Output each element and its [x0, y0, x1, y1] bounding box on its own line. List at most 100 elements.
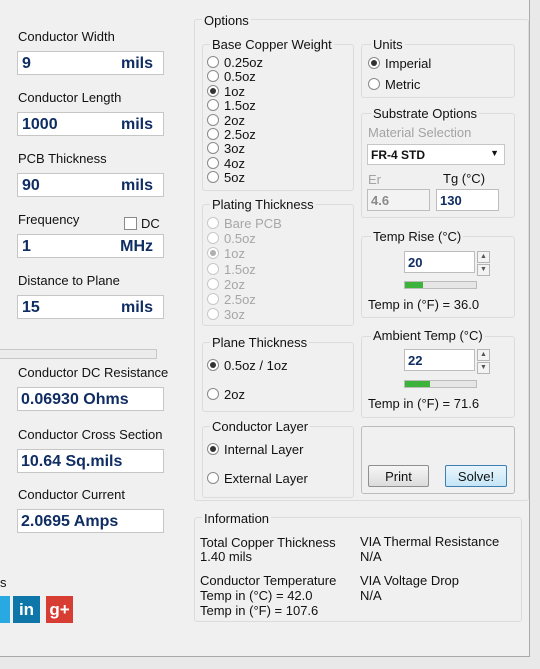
ambient-temp-progress	[404, 380, 477, 388]
radio-icon	[207, 388, 219, 400]
cross-section-value: 10.64 Sq.mils	[17, 449, 164, 473]
ambient-temp-spinner[interactable]: ▲ ▼	[477, 349, 490, 374]
radio-icon	[368, 78, 380, 90]
radio-option: 0.5oz	[207, 231, 256, 246]
information-title: Information	[202, 511, 272, 526]
dc-resistance-label: Conductor DC Resistance	[18, 365, 169, 380]
ambient-temp-readout: Temp in (°F) = 71.6	[368, 396, 480, 411]
substrate-title: Substrate Options	[371, 106, 480, 121]
googleplus-icon[interactable]: g+	[46, 596, 73, 623]
tg-label: Tg (°C)	[443, 171, 486, 186]
radio-icon	[207, 359, 219, 371]
radio-label: 3oz	[224, 307, 245, 323]
radio-icon	[207, 70, 219, 83]
conductor-temp-c: Temp in (°C) = 42.0	[200, 588, 313, 603]
radio-label: 2.5oz	[224, 127, 256, 142]
linkedin-icon[interactable]: in	[13, 596, 40, 623]
social-caption: s	[0, 575, 7, 590]
conductor-width-label: Conductor Width	[18, 29, 115, 44]
radio-icon	[207, 293, 219, 305]
via-thermal-value: N/A	[360, 549, 382, 564]
distance-to-plane-field[interactable]: 15 mils	[17, 295, 164, 319]
radio-label: 2.5oz	[224, 292, 256, 307]
radio-option[interactable]: 2oz	[207, 387, 245, 402]
left-scrollbar[interactable]	[0, 349, 157, 359]
radio-option[interactable]: 2.5oz	[207, 127, 256, 142]
frequency-value: 1	[22, 238, 31, 255]
er-label: Er	[368, 172, 381, 187]
conductor-width-field[interactable]: 9 mils	[17, 51, 164, 75]
conductor-length-label: Conductor Length	[18, 90, 122, 105]
radio-option[interactable]: Imperial	[368, 56, 431, 71]
er-field[interactable]: 4.6	[367, 189, 430, 211]
radio-option[interactable]: 0.5oz / 1oz	[207, 358, 288, 373]
radio-label: 0.5oz	[224, 231, 256, 247]
plane-thickness-title: Plane Thickness	[210, 335, 310, 350]
radio-icon	[207, 247, 219, 260]
conductor-width-value: 9	[22, 55, 31, 72]
radio-option: 1.5oz	[207, 262, 256, 277]
radio-option[interactable]: 5oz	[207, 170, 245, 185]
radio-label: 2oz	[224, 387, 245, 402]
pcb-thickness-field[interactable]: 90 mils	[17, 173, 164, 197]
dc-checkbox[interactable]	[124, 217, 137, 233]
radio-icon	[207, 142, 219, 155]
spin-up-icon[interactable]: ▲	[477, 251, 490, 263]
frequency-field[interactable]: 1 MHz	[17, 234, 164, 258]
spin-down-icon[interactable]: ▼	[477, 264, 490, 276]
radio-label: 1oz	[224, 246, 245, 262]
radio-option[interactable]: 1.5oz	[207, 98, 256, 113]
material-selection-label: Material Selection	[368, 125, 472, 140]
radio-option[interactable]: 2oz	[207, 113, 245, 128]
radio-option[interactable]: Internal Layer	[207, 442, 304, 457]
conductor-temp-f: Temp in (°F) = 107.6	[200, 603, 319, 618]
radio-option: 1oz	[207, 246, 245, 261]
radio-option[interactable]: 4oz	[207, 156, 245, 171]
radio-option[interactable]: 3oz	[207, 141, 245, 156]
radio-label: 3oz	[224, 141, 245, 157]
ambient-temp-input[interactable]: 22	[404, 349, 475, 371]
conductor-length-field[interactable]: 1000 mils	[17, 112, 164, 136]
total-copper-label: Total Copper Thickness	[200, 535, 336, 550]
radio-icon	[368, 57, 380, 69]
conductor-length-unit: mils	[120, 116, 153, 133]
temp-rise-input[interactable]: 20	[404, 251, 475, 273]
tg-field[interactable]: 130	[436, 189, 499, 211]
pcb-thickness-unit: mils	[120, 177, 153, 194]
radio-option[interactable]: 0.25oz	[207, 55, 263, 70]
pcb-thickness-label: PCB Thickness	[18, 151, 107, 166]
radio-icon	[207, 443, 219, 455]
conductor-width-unit: mils	[120, 55, 153, 72]
conductor-layer-title: Conductor Layer	[210, 419, 311, 434]
radio-option[interactable]: Metric	[368, 77, 420, 92]
radio-icon	[207, 113, 219, 126]
radio-option: 2oz	[207, 277, 245, 292]
radio-icon	[207, 277, 219, 290]
spin-down-icon[interactable]: ▼	[477, 362, 490, 374]
solve-button[interactable]: Solve!	[445, 465, 507, 487]
frequency-label: Frequency	[18, 212, 80, 227]
conductor-length-value: 1000	[22, 116, 58, 133]
radio-label: 2oz	[224, 276, 245, 292]
radio-icon	[207, 128, 219, 140]
dc-resistance-value: 0.06930 Ohms	[17, 387, 164, 411]
spin-up-icon[interactable]: ▲	[477, 349, 490, 361]
base-copper-title: Base Copper Weight	[210, 37, 334, 52]
radio-label: External Layer	[224, 471, 308, 486]
temp-rise-title: Temp Rise (°C)	[371, 229, 464, 244]
temp-rise-spinner[interactable]: ▲ ▼	[477, 251, 490, 276]
ambient-temp-title: Ambient Temp (°C)	[371, 328, 485, 343]
print-button[interactable]: Print	[368, 465, 429, 487]
conductor-current-label: Conductor Current	[18, 487, 125, 502]
material-select[interactable]: FR-4 STD ▼	[367, 144, 505, 165]
radio-icon	[207, 99, 219, 112]
twitter-icon[interactable]	[0, 596, 10, 623]
distance-to-plane-value: 15	[22, 299, 40, 316]
conductor-current-value: 2.0695 Amps	[17, 509, 164, 533]
radio-icon	[207, 308, 219, 321]
radio-option[interactable]: External Layer	[207, 471, 308, 486]
plating-title: Plating Thickness	[210, 197, 316, 212]
total-copper-value: 1.40 mils	[200, 549, 253, 564]
radio-option[interactable]: 0.5oz	[207, 69, 256, 84]
radio-option[interactable]: 1oz	[207, 84, 245, 99]
